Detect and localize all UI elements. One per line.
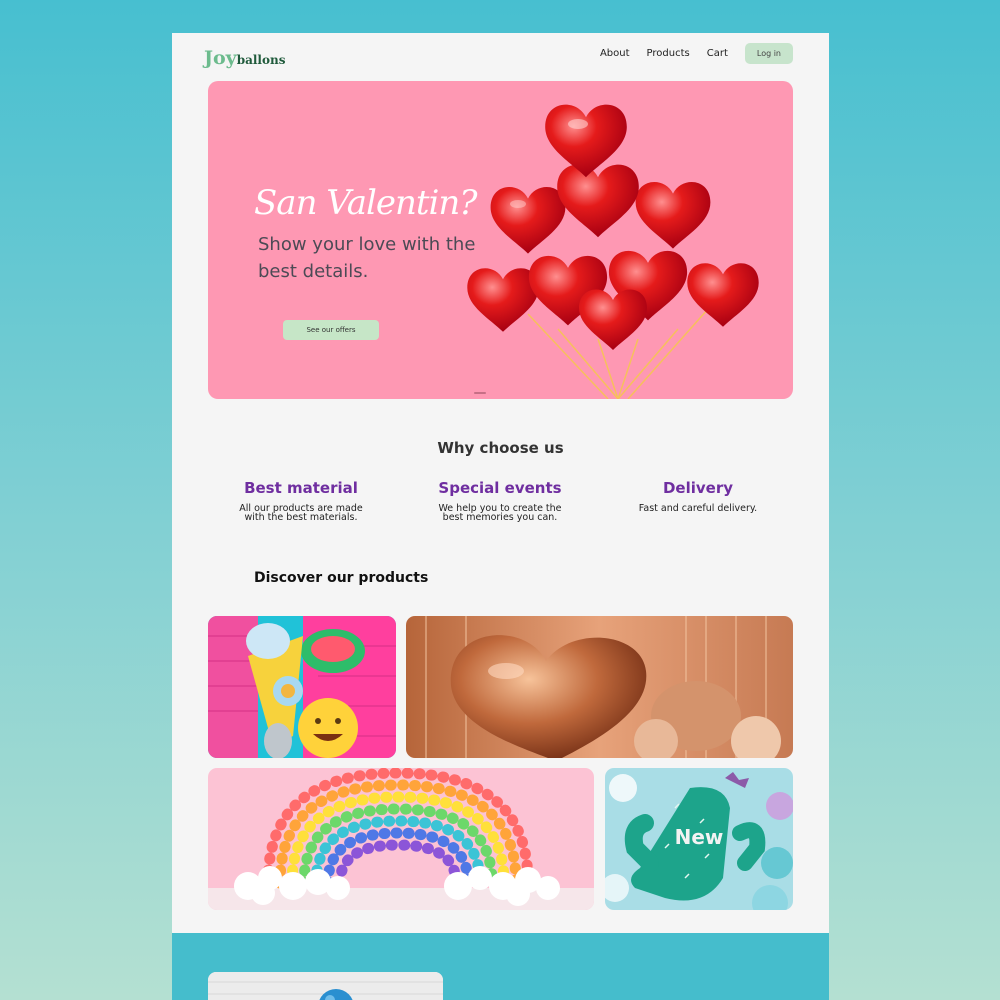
- fun-balloons-image: [208, 616, 396, 758]
- new-badge: New: [674, 825, 724, 849]
- nav-products[interactable]: Products: [647, 48, 690, 59]
- brand-rest: ballons: [236, 53, 286, 67]
- footer-image: [208, 972, 443, 1000]
- heart-balloons-image: [467, 104, 759, 399]
- footer-balloon-image: [208, 972, 443, 1000]
- brand-logo[interactable]: Joyballons: [204, 47, 285, 69]
- rainbow-arch-image: [208, 768, 594, 910]
- feature-best-material: Best material All our products are made …: [231, 479, 371, 522]
- nav-cart[interactable]: Cart: [707, 48, 728, 59]
- feature-desc: Fast and careful delivery.: [638, 503, 758, 514]
- nav-about[interactable]: About: [600, 48, 630, 59]
- product-card-bronze-hearts[interactable]: [406, 616, 793, 758]
- feature-special-events: Special events We help you to create the…: [430, 479, 570, 522]
- top-nav: About Products Cart Log in: [600, 43, 793, 64]
- hero-script-title: San Valentin?: [254, 183, 478, 223]
- product-card-new-cactus[interactable]: New: [605, 768, 793, 910]
- feature-delivery: Delivery Fast and careful delivery.: [628, 479, 768, 514]
- brand-joy: Joy: [204, 47, 237, 69]
- feature-desc: All our products are made with the best …: [239, 503, 363, 523]
- feature-title: Best material: [244, 479, 358, 497]
- feature-title: Special events: [438, 479, 562, 497]
- footer-section: [172, 933, 829, 1000]
- feature-desc: We help you to create the best memories …: [438, 503, 562, 523]
- discover-heading: Discover our products: [254, 570, 429, 586]
- product-card-rainbow-arch[interactable]: [208, 768, 594, 910]
- hero-banner: San Valentin? Show your love with the be…: [208, 81, 793, 399]
- feature-title: Delivery: [662, 479, 734, 497]
- why-choose-heading: Why choose us: [437, 439, 564, 457]
- bronze-heart-balloons-image: [406, 616, 793, 758]
- carousel-indicator[interactable]: [474, 392, 486, 394]
- hero-headline: Show your love with the best details.: [258, 234, 476, 282]
- page: Joyballons About Products Cart Log in Sa…: [172, 33, 829, 1000]
- see-offers-button[interactable]: See our offers: [283, 320, 379, 340]
- product-card-fun-balloons[interactable]: [208, 616, 396, 758]
- login-button[interactable]: Log in: [744, 43, 793, 64]
